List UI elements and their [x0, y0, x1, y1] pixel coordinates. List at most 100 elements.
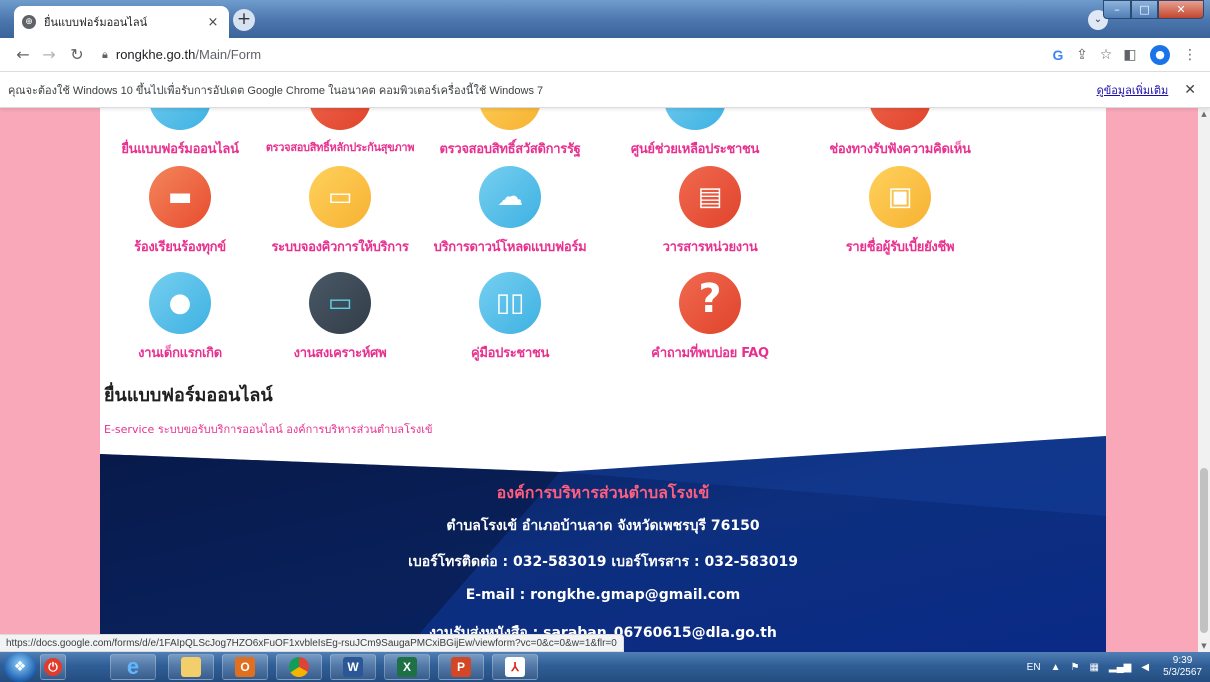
- taskbar-word[interactable]: W: [330, 654, 376, 680]
- help-center-icon: [664, 108, 726, 130]
- book-icon: ▯▯: [479, 272, 541, 334]
- acrobat-icon: ⅄: [505, 657, 525, 677]
- taskbar-excel[interactable]: X: [384, 654, 430, 680]
- bookmark-star-icon[interactable]: ☆: [1094, 47, 1118, 63]
- url-path: /Main/Form: [195, 47, 262, 62]
- feedback-icon: [869, 108, 931, 130]
- money-card-icon: ▭: [309, 272, 371, 334]
- page-content: ยื่นแบบฟอร์มออนไลน์ ตรวจสอบสิทธิ์หลักประ…: [100, 108, 1106, 652]
- service-newborn[interactable]: ● งานเด็กแรกเกิด: [100, 272, 260, 363]
- address-bar[interactable]: rongkhe.go.th/Main/Form: [116, 47, 1046, 62]
- page-viewport: ยื่นแบบฟอร์มออนไลน์ ตรวจสอบสิทธิ์หลักประ…: [0, 108, 1198, 652]
- close-window-button[interactable]: ✕: [1158, 0, 1204, 19]
- browser-tab[interactable]: ⊕ ยื่นแบบฟอร์มออนไลน์ ×: [14, 6, 229, 38]
- taskbar-powerpoint[interactable]: P: [438, 654, 484, 680]
- id-card-icon: ▣: [869, 166, 931, 228]
- scroll-thumb[interactable]: [1200, 468, 1208, 633]
- new-tab-button[interactable]: +: [233, 9, 255, 31]
- windows-taskbar: ❖ ⏻ e O W X P ⅄ EN ▲ ⚑ ▦ ▂▄▆ ◀ 9:39 5/3/…: [0, 652, 1210, 682]
- page-scrollbar[interactable]: ▲ ▼: [1198, 108, 1210, 652]
- signal-icon[interactable]: ▂▄▆: [1109, 662, 1131, 673]
- language-indicator[interactable]: EN: [1027, 662, 1041, 673]
- window-controls: – □ ✕: [1103, 0, 1204, 19]
- form-icon: [149, 108, 211, 130]
- tray-expand-icon[interactable]: ▲: [1051, 662, 1061, 673]
- scroll-up-arrow-icon[interactable]: ▲: [1198, 110, 1210, 118]
- clock-date: 5/3/2567: [1163, 667, 1202, 678]
- windows7-infobar: คุณจะต้องใช้ Windows 10 ขึ้นไปเพื่อรับกา…: [0, 72, 1210, 108]
- excel-icon: X: [397, 657, 417, 677]
- tab-close-button[interactable]: ×: [205, 15, 221, 30]
- service-feedback[interactable]: ช่องทางรับฟังความคิดเห็น: [820, 108, 980, 159]
- network-icon[interactable]: ▦: [1089, 662, 1098, 673]
- tab-title: ยื่นแบบฟอร์มออนไลน์: [44, 17, 148, 29]
- learn-more-link[interactable]: ดูข้อมูลเพิ่มเติม: [1097, 81, 1169, 99]
- taskbar-acrobat[interactable]: ⅄: [492, 654, 538, 680]
- powerpoint-icon: P: [451, 657, 471, 677]
- power-icon: ⏻: [44, 658, 62, 676]
- journal-icon: ▤: [679, 166, 741, 228]
- globe-icon: ⊕: [22, 15, 36, 29]
- page-title: ยื่นแบบฟอร์มออนไลน์: [104, 385, 273, 406]
- flag-icon[interactable]: ⚑: [1070, 662, 1079, 673]
- service-label: คำถามที่พบบ่อย FAQ: [651, 346, 769, 361]
- service-funeral-aid[interactable]: ▭ งานสงเคราะห์ศพ: [260, 272, 420, 363]
- service-form-download[interactable]: ☁ บริการดาวน์โหลดแบบฟอร์ม: [430, 166, 590, 257]
- service-label: คู่มือประชาชน: [470, 346, 550, 361]
- reload-icon[interactable]: ↻: [66, 45, 88, 64]
- internet-explorer-icon: e: [126, 654, 140, 679]
- footer-address: ตำบลโรงเข้ อำเภอบ้านลาด จังหวัดเพชรบุรี …: [446, 518, 760, 534]
- footer-email[interactable]: E-mail : rongkhe.gmap@gmail.com: [100, 587, 1106, 603]
- share-icon[interactable]: ⇪: [1070, 47, 1094, 63]
- service-complaint[interactable]: ▬ ร้องเรียนร้องทุกข์: [100, 166, 260, 257]
- maximize-button[interactable]: □: [1131, 0, 1158, 19]
- taskbar-outlook[interactable]: O: [222, 654, 268, 680]
- clock-time: 9:39: [1172, 655, 1193, 666]
- cloud-download-icon: ☁: [479, 166, 541, 228]
- service-faq[interactable]: ? คำถามที่พบบ่อย FAQ: [630, 272, 790, 363]
- system-tray: EN ▲ ⚑ ▦ ▂▄▆ ◀ 9:39 5/3/2567: [1017, 652, 1202, 682]
- forward-arrow-icon[interactable]: →: [38, 45, 60, 64]
- start-button[interactable]: ❖: [4, 652, 36, 682]
- monitor-icon: ▭: [309, 166, 371, 228]
- taskbar-internet-explorer[interactable]: e: [110, 654, 156, 680]
- profile-avatar-icon[interactable]: ●: [1150, 44, 1170, 65]
- link-status-url: https://docs.google.com/forms/d/e/1FAIpQ…: [0, 634, 624, 652]
- service-journal[interactable]: ▤ วารสารหน่วยงาน: [630, 166, 790, 257]
- infobar-close-button[interactable]: ✕: [1184, 82, 1196, 98]
- service-help-center[interactable]: ศูนย์ช่วยเหลือประชาชน: [615, 108, 775, 159]
- service-label: วารสารหน่วยงาน: [662, 240, 758, 255]
- volume-icon[interactable]: ◀: [1141, 662, 1149, 673]
- word-icon: W: [343, 657, 363, 677]
- service-allowance-list[interactable]: ▣ รายชื่อผู้รับเบี้ยยังชีพ: [820, 166, 980, 257]
- outlook-icon: O: [235, 657, 255, 677]
- service-label: รายชื่อผู้รับเบี้ยยังชีพ: [845, 240, 955, 255]
- taskbar-chrome[interactable]: [276, 654, 322, 680]
- taskbar-file-explorer[interactable]: [168, 654, 214, 680]
- lock-icon[interactable]: 🔒︎: [102, 48, 108, 62]
- back-arrow-icon[interactable]: ←: [12, 45, 34, 64]
- footer-org-name: องค์การบริหารส่วนตำบลโรงเข้: [496, 483, 710, 502]
- chat-bubble-icon: ▬: [149, 166, 211, 228]
- site-footer: องค์การบริหารส่วนตำบลโรงเข้ ตำบลโรงเข้ อ…: [100, 436, 1106, 652]
- service-queue-booking[interactable]: ▭ ระบบจองคิวการให้บริการ: [260, 166, 420, 257]
- service-label: บริการดาวน์โหลดแบบฟอร์ม: [433, 240, 587, 255]
- service-citizen-manual[interactable]: ▯▯ คู่มือประชาชน: [430, 272, 590, 363]
- clock[interactable]: 9:39 5/3/2567: [1163, 655, 1202, 679]
- menu-kebab-icon[interactable]: ⋮: [1178, 47, 1202, 63]
- minimize-button[interactable]: –: [1103, 0, 1131, 19]
- service-label: ศูนย์ช่วยเหลือประชาชน: [630, 142, 760, 157]
- service-label: ตรวจสอบสิทธิ์หลักประกันสุขภาพ: [265, 141, 415, 154]
- taskbar-power-app[interactable]: ⏻: [40, 654, 66, 680]
- service-online-form[interactable]: ยื่นแบบฟอร์มออนไลน์: [100, 108, 260, 159]
- service-label: ระบบจองคิวการให้บริการ: [271, 240, 409, 255]
- service-welfare-rights[interactable]: ตรวจสอบสิทธิ์สวัสดิการรัฐ: [430, 108, 590, 159]
- health-icon: [309, 108, 371, 130]
- service-health-rights[interactable]: ตรวจสอบสิทธิ์หลักประกันสุขภาพ: [260, 108, 420, 156]
- scroll-down-arrow-icon[interactable]: ▼: [1198, 642, 1210, 650]
- side-panel-icon[interactable]: ◧: [1118, 47, 1142, 63]
- service-label: งานเด็กแรกเกิด: [138, 346, 222, 361]
- google-translate-icon[interactable]: G: [1046, 47, 1070, 63]
- browser-toolbar: ← → ↻ 🔒︎ rongkhe.go.th/Main/Form G ⇪ ☆ ◧…: [0, 38, 1210, 72]
- infobar-message: คุณจะต้องใช้ Windows 10 ขึ้นไปเพื่อรับกา…: [8, 84, 544, 97]
